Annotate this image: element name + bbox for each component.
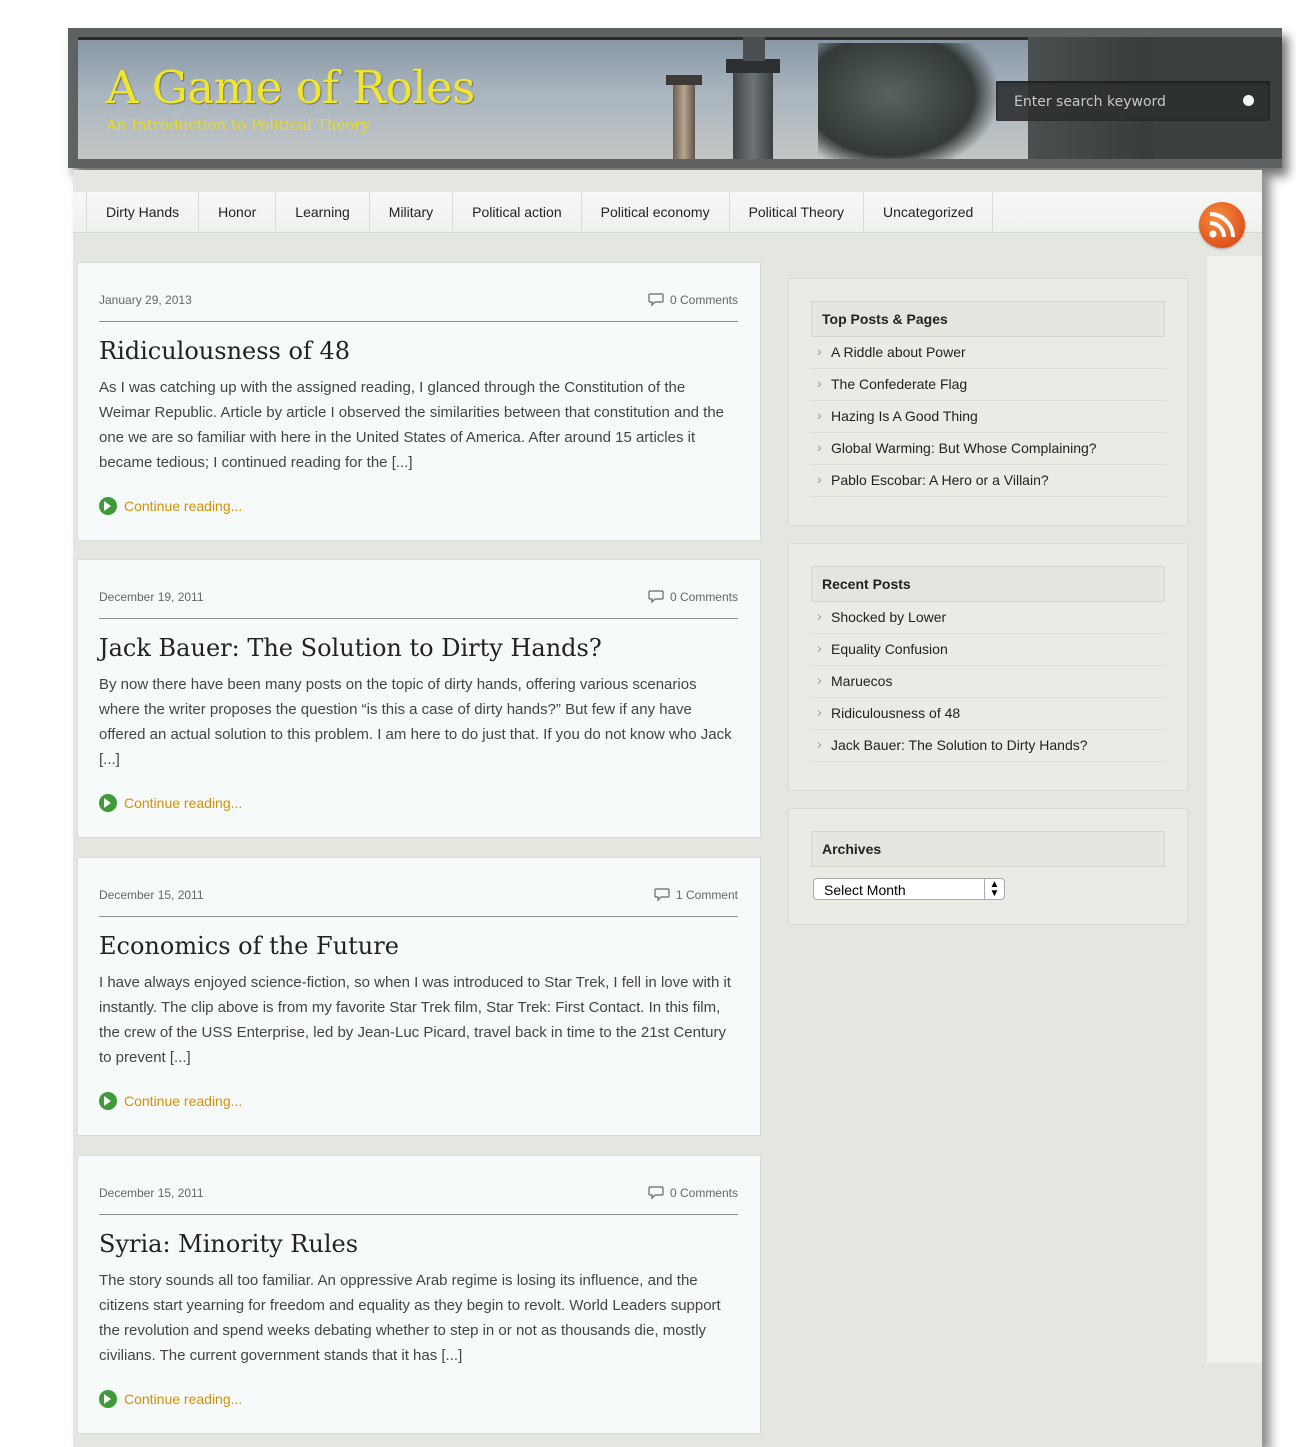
banner-chimney: [733, 67, 773, 159]
rss-glyph: [1209, 212, 1235, 238]
post-comments-count: 0 Comments: [669, 590, 738, 604]
post-comments-count: 0 Comments: [669, 293, 738, 307]
page-right-strip: [1207, 256, 1262, 1363]
recent-post-link[interactable]: Maruecos: [811, 665, 1165, 698]
post-comments-link[interactable]: 0 Comments: [648, 1186, 738, 1200]
continue-reading-link[interactable]: Continue reading...: [99, 1092, 242, 1110]
nav-item-uncategorized[interactable]: Uncategorized: [864, 192, 994, 232]
banner-chimney-top: [743, 37, 765, 61]
header-banner-image: A Game of Roles An Introduction to Polit…: [78, 37, 1282, 159]
recent-post-link[interactable]: Equality Confusion: [811, 633, 1165, 666]
top-post-link[interactable]: Pablo Escobar: A Hero or a Villain?: [811, 464, 1165, 497]
nav-item-political-action[interactable]: Political action: [453, 192, 582, 232]
nav-item-honor[interactable]: Honor: [199, 192, 277, 232]
post-excerpt: I have always enjoyed science-fiction, s…: [99, 974, 731, 1066]
post-comments-count: 0 Comments: [669, 1186, 738, 1200]
widget-recent-posts: Recent Posts Shocked by Lower Equality C…: [788, 543, 1188, 791]
continue-reading-label: Continue reading...: [124, 498, 243, 514]
continue-reading-label: Continue reading...: [124, 1093, 243, 1109]
widget-title: Top Posts & Pages: [811, 301, 1165, 337]
post-meta: January 29, 2013 0 Comments: [99, 291, 738, 322]
archives-month-select[interactable]: Select Month ▲ ▼: [813, 878, 1005, 900]
post-meta: December 19, 2011 0 Comments: [99, 588, 738, 619]
post-meta: December 15, 2011 0 Comments: [99, 1184, 738, 1215]
comment-icon: [648, 590, 664, 604]
search-box: [996, 81, 1270, 121]
widget-top-posts: Top Posts & Pages A Riddle about Power T…: [788, 278, 1188, 526]
post-date: December 15, 2011: [99, 888, 204, 902]
top-post-link[interactable]: A Riddle about Power: [811, 336, 1165, 369]
post-title[interactable]: Syria: Minority Rules: [99, 1230, 358, 1258]
page-body: Dirty Hands Honor Learning Military Poli…: [73, 170, 1262, 1447]
continue-reading-label: Continue reading...: [124, 1391, 243, 1407]
widget-title: Archives: [811, 831, 1165, 867]
rss-icon[interactable]: [1199, 202, 1245, 248]
top-post-link[interactable]: Hazing Is A Good Thing: [811, 400, 1165, 433]
post-comments-link[interactable]: 0 Comments: [648, 590, 738, 604]
banner-chimney-cap: [726, 59, 780, 73]
post-title[interactable]: Jack Bauer: The Solution to Dirty Hands?: [99, 634, 602, 662]
comment-icon: [654, 888, 670, 902]
continue-reading-link[interactable]: Continue reading...: [99, 794, 242, 812]
top-post-link[interactable]: Global Warming: But Whose Complaining?: [811, 432, 1165, 465]
site-header: A Game of Roles An Introduction to Polit…: [68, 28, 1282, 168]
post-card: December 15, 2011 0 Comments Syria: Mino…: [77, 1155, 761, 1434]
continue-reading-link[interactable]: Continue reading...: [99, 1390, 242, 1408]
nav-item-dirty-hands[interactable]: Dirty Hands: [86, 192, 200, 232]
post-excerpt: By now there have been many posts on the…: [99, 676, 732, 768]
nav-item-military[interactable]: Military: [370, 192, 454, 232]
post-excerpt: The story sounds all too familiar. An op…: [99, 1272, 721, 1364]
search-input[interactable]: [1012, 90, 1226, 114]
continue-reading-label: Continue reading...: [124, 795, 243, 811]
recent-post-link[interactable]: Shocked by Lower: [811, 601, 1165, 634]
banner-statue: [818, 43, 998, 159]
post-card: December 15, 2011 1 Comment Economics of…: [77, 857, 761, 1136]
post-excerpt: As I was catching up with the assigned r…: [99, 379, 725, 471]
post-card: January 29, 2013 0 Comments Ridiculousne…: [77, 262, 761, 541]
arrow-right-circle-icon: [99, 1390, 117, 1408]
archives-select-value: Select Month: [824, 882, 906, 898]
comment-icon: [648, 1186, 664, 1200]
site-tagline: An Introduction to Political Theory: [106, 116, 370, 134]
recent-post-link[interactable]: Jack Bauer: The Solution to Dirty Hands?: [811, 729, 1165, 762]
nav-item-learning[interactable]: Learning: [276, 192, 370, 232]
category-nav: Dirty Hands Honor Learning Military Poli…: [73, 192, 1262, 248]
banner-chimney: [673, 77, 695, 159]
post-title[interactable]: Economics of the Future: [99, 932, 399, 960]
arrow-right-circle-icon: [99, 1092, 117, 1110]
comment-icon: [648, 293, 664, 307]
post-meta: December 15, 2011 1 Comment: [99, 886, 738, 917]
search-submit-icon[interactable]: [1243, 95, 1254, 106]
post-comments-count: 1 Comment: [675, 888, 738, 902]
post-card: December 19, 2011 0 Comments Jack Bauer:…: [77, 559, 761, 838]
post-date: January 29, 2013: [99, 293, 192, 307]
post-comments-link[interactable]: 1 Comment: [654, 888, 738, 902]
banner-chimney-cap: [666, 75, 702, 85]
top-post-link[interactable]: The Confederate Flag: [811, 368, 1165, 401]
widget-archives: Archives Select Month ▲ ▼: [788, 808, 1188, 925]
nav-item-political-theory[interactable]: Political Theory: [730, 192, 865, 232]
continue-reading-link[interactable]: Continue reading...: [99, 497, 242, 515]
post-comments-link[interactable]: 0 Comments: [648, 293, 738, 307]
post-date: December 19, 2011: [99, 590, 204, 604]
post-title[interactable]: Ridiculousness of 48: [99, 337, 350, 365]
site-title[interactable]: A Game of Roles: [106, 61, 475, 114]
nav-item-political-economy[interactable]: Political economy: [582, 192, 730, 232]
select-arrows-icon: ▲ ▼: [984, 879, 1004, 899]
arrow-right-circle-icon: [99, 794, 117, 812]
widget-title: Recent Posts: [811, 566, 1165, 602]
post-date: December 15, 2011: [99, 1186, 204, 1200]
recent-post-link[interactable]: Ridiculousness of 48: [811, 697, 1165, 730]
arrow-right-circle-icon: [99, 497, 117, 515]
